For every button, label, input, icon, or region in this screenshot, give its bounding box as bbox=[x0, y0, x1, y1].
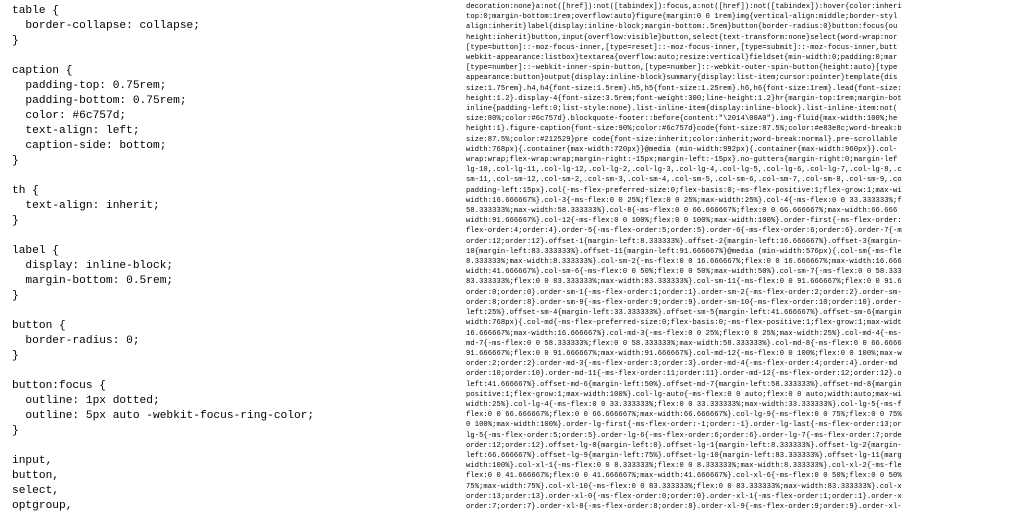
right-code-line: wrap:wrap;flex-wrap:wrap;margin-right:-1… bbox=[466, 155, 1018, 165]
right-code-line: 91.666667%;flex:0 0 91.666667%;max-width… bbox=[466, 349, 1018, 359]
right-code-line: positive:1;flex-grow:1;max-width:100%}.c… bbox=[466, 390, 1018, 400]
left-code-block: table { border-collapse: collapse; } cap… bbox=[12, 4, 452, 512]
right-code-line: order:10;order:10}.order-md-11{-ms-flex-… bbox=[466, 369, 1018, 379]
right-code-line: size:87.5%;color:#212529}pre code{font-s… bbox=[466, 135, 1018, 145]
right-code-line: md-7{-ms-flex:0 0 58.333333%;flex:0 0 58… bbox=[466, 339, 1018, 349]
right-code-line: sm-11,.col-sm-12,.col-sm-2,.col-sm-3,.co… bbox=[466, 175, 1018, 185]
right-code-line: inline{padding-left:0;list-style:none}.l… bbox=[466, 104, 1018, 114]
right-code-line: appearance:button}output{display:inline-… bbox=[466, 73, 1018, 83]
right-code-line: 83.333333%;flex:0 0 83.333333%;max-width… bbox=[466, 277, 1018, 287]
right-code-line: left:66.666667%}.offset-lg-9{margin-left… bbox=[466, 451, 1018, 461]
right-code-line: order:13;order:13}.order-xl-0{-ms-flex-o… bbox=[466, 492, 1018, 502]
right-code-line: top:0;margin-bottom:1rem;overflow:auto}f… bbox=[466, 12, 1018, 22]
right-code-line: 16.666667%;max-width:16.666667%}.col-md-… bbox=[466, 329, 1018, 339]
right-code-line: order:0;order:0}.order-sm-1{-ms-flex-ord… bbox=[466, 288, 1018, 298]
right-code-line: 58.333333%;max-width:58.333333%}.col-8{-… bbox=[466, 206, 1018, 216]
right-code-line: width:768px){.container{max-width:720px}… bbox=[466, 145, 1018, 155]
right-column: decoration:none}a:not([href]):not([tabin… bbox=[460, 0, 1024, 512]
right-code-line: order:12;order:12}.offset-lg-0{margin-le… bbox=[466, 441, 1018, 451]
right-code-line: 8.333333%;max-width:8.333333%}.col-sm-2{… bbox=[466, 257, 1018, 267]
right-code-line: order:12;order:12}.offset-1{margin-left:… bbox=[466, 237, 1018, 247]
right-code-line: width:25%}.col-lg-4{-ms-flex:0 0 33.3333… bbox=[466, 400, 1018, 410]
right-code-line: decoration:none}a:not([href]):not([tabin… bbox=[466, 2, 1018, 12]
right-code-line: size:1.75rem}.h4,h4{font-size:1.5rem}.h5… bbox=[466, 84, 1018, 94]
right-code-line: [type=button]::-moz-focus-inner,[type=re… bbox=[466, 43, 1018, 53]
right-code-line: 10{margin-left:83.333333%}.offset-11{mar… bbox=[466, 247, 1018, 257]
right-code-line: width:768px){.col-md{-ms-flex-preferred-… bbox=[466, 318, 1018, 328]
right-code-line: flex-order:4;order:4}.order-5{-ms-flex-o… bbox=[466, 226, 1018, 236]
right-code-line: align:inherit}label{display:inline-block… bbox=[466, 22, 1018, 32]
right-code-line: [type=number]::-webkit-inner-spin-button… bbox=[466, 63, 1018, 73]
right-code-line: 75%;max-width:75%}.col-xl-10{-ms-flex:0 … bbox=[466, 482, 1018, 492]
right-code-line: height:1}.figure-caption{font-size:90%;c… bbox=[466, 124, 1018, 134]
right-code-line: height:inherit}button,input{overflow:vis… bbox=[466, 33, 1018, 43]
right-code-line: flex:0 0 41.666667%;flex:0 0 41.666667%;… bbox=[466, 471, 1018, 481]
right-code-line: webkit-appearance:listbox}textarea{overf… bbox=[466, 53, 1018, 63]
right-code-line: size:80%;color:#6c757d}.blockquote-foote… bbox=[466, 114, 1018, 124]
right-code-line: lg-5{-ms-flex-order:5;order:5}.order-lg-… bbox=[466, 431, 1018, 441]
right-code-line: left:25%}.offset-sm-4{margin-left:33.333… bbox=[466, 308, 1018, 318]
code-diff-view: table { border-collapse: collapse; } cap… bbox=[0, 0, 1024, 512]
right-code-line: width:16.666667%}.col-3{-ms-flex:0 0 25%… bbox=[466, 196, 1018, 206]
right-code-line: width:100%}.col-xl-1{-ms-flex:0 0 8.3333… bbox=[466, 461, 1018, 471]
right-code-line: order:8;order:8}.order-sm-9{-ms-flex-ord… bbox=[466, 298, 1018, 308]
right-code-line: width:91.666667%}.col-12{-ms-flex:0 0 10… bbox=[466, 216, 1018, 226]
right-code-line: flex:0 0 66.666667%;flex:0 0 66.666667%;… bbox=[466, 410, 1018, 420]
right-code-line: 0 100%;max-width:100%}.order-lg-first{-m… bbox=[466, 420, 1018, 430]
left-column: table { border-collapse: collapse; } cap… bbox=[0, 0, 460, 512]
right-code-line: lg-10,.col-lg-11,.col-lg-12,.col-lg-2,.c… bbox=[466, 165, 1018, 175]
right-code-line: left:41.666667%}.offset-md-6{margin-left… bbox=[466, 380, 1018, 390]
right-code-line: height:1.2}.display-4{font-size:3.5rem;f… bbox=[466, 94, 1018, 104]
right-code-line: order:2;order:2}.order-md-3{-ms-flex-ord… bbox=[466, 359, 1018, 369]
right-code-line: width:41.666667%}.col-sm-6{-ms-flex:0 0 … bbox=[466, 267, 1018, 277]
right-code-line: padding-left:15px}.col{-ms-flex-preferre… bbox=[466, 186, 1018, 196]
right-code-line: order:7;order:7}.order-xl-8{-ms-flex-ord… bbox=[466, 502, 1018, 512]
